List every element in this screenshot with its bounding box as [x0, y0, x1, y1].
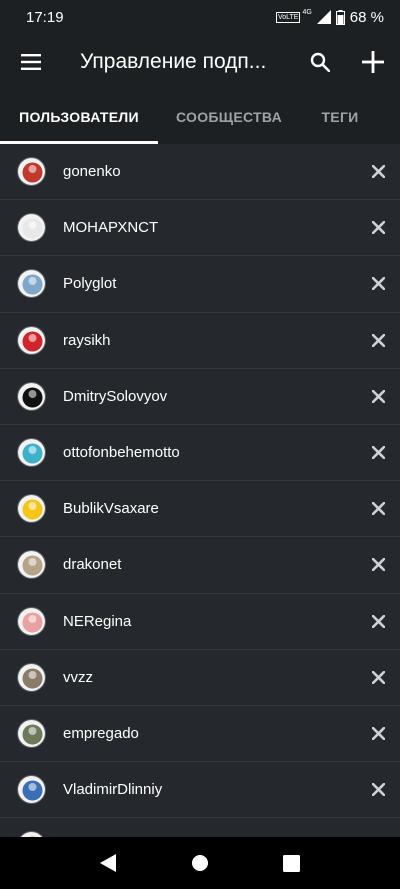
avatar: [17, 438, 46, 468]
add-button[interactable]: [350, 34, 396, 90]
user-row[interactable]: ottofonbehemotto: [0, 425, 400, 482]
user-name: BublikVsaxare: [63, 500, 159, 518]
user-name: МОНАРХNCT: [63, 219, 159, 237]
close-icon: [371, 726, 385, 740]
remove-button[interactable]: [366, 721, 390, 745]
user-name: NERegina: [63, 612, 132, 630]
user-row[interactable]: drakonet: [0, 537, 400, 594]
user-row[interactable]: МОНАРХNCT: [0, 200, 400, 257]
avatar: [17, 775, 46, 805]
user-name: vvzz: [63, 668, 93, 686]
avatar: [17, 381, 46, 411]
search-icon: [310, 52, 330, 72]
avatar: [17, 269, 46, 299]
user-name: gonenko: [63, 163, 121, 181]
tab-bar: ПОЛЬЗОВАТЕЛИ СООБЩЕСТВА ТЕГИ: [0, 90, 400, 144]
user-row[interactable]: BublikVsaxare: [0, 481, 400, 538]
close-icon: [371, 389, 385, 403]
avatar: [17, 157, 46, 187]
close-icon: [371, 614, 385, 628]
avatar: [17, 718, 46, 748]
user-row[interactable]: vvzz: [0, 650, 400, 706]
home-icon: [192, 855, 208, 871]
remove-button[interactable]: [366, 553, 390, 577]
user-row[interactable]: empregado: [0, 706, 400, 763]
close-icon: [371, 221, 385, 235]
remove-button[interactable]: [366, 441, 390, 465]
status-indicators: VoLTE 4G 68 %: [275, 8, 384, 26]
add-icon: [362, 51, 384, 73]
user-name: VladimirDlinniy: [63, 781, 163, 799]
remove-button[interactable]: [366, 665, 390, 689]
close-icon: [371, 558, 385, 572]
tab-tags[interactable]: ТЕГИ: [300, 90, 380, 144]
search-button[interactable]: [298, 34, 342, 90]
avatar: [17, 325, 46, 355]
recents-icon: [282, 854, 300, 872]
close-icon: [371, 670, 385, 684]
user-row[interactable]: DmitrySolovyov: [0, 369, 400, 425]
user-name: ottofonbehemotto: [63, 444, 180, 462]
remove-button[interactable]: [366, 328, 390, 352]
menu-button[interactable]: [0, 34, 62, 90]
remove-button[interactable]: [366, 497, 390, 521]
recents-button[interactable]: [279, 851, 303, 875]
close-icon: [371, 333, 385, 347]
user-name: Polyglot: [63, 275, 117, 293]
signal-icon: [316, 10, 331, 24]
remove-button[interactable]: [366, 609, 390, 633]
status-bar: 17:19 VoLTE 4G 68 %: [0, 0, 400, 34]
avatar: [17, 662, 46, 692]
network-type: 4G: [302, 8, 312, 16]
close-icon: [371, 502, 385, 516]
user-row[interactable]: [0, 818, 400, 837]
home-button[interactable]: [188, 851, 212, 875]
avatar: [17, 494, 46, 524]
close-icon: [371, 446, 385, 460]
user-list: gonenko МОНАРХNCT Polyglot raysikh DmitrySol…: [0, 144, 400, 837]
user-name: DmitrySolovyov: [63, 387, 168, 405]
close-icon: [371, 783, 385, 797]
user-row[interactable]: VladimirDlinniy: [0, 762, 400, 819]
remove-button[interactable]: [366, 272, 390, 296]
user-name: drakonet: [63, 556, 122, 574]
close-icon: [371, 165, 385, 179]
remove-button[interactable]: [366, 384, 390, 408]
user-row[interactable]: raysikh: [0, 313, 400, 369]
user-row[interactable]: gonenko: [0, 144, 400, 201]
remove-button[interactable]: [366, 160, 390, 184]
app-bar: Управление подп...: [0, 34, 400, 90]
user-row[interactable]: NERegina: [0, 594, 400, 650]
back-button[interactable]: [96, 851, 120, 875]
back-icon: [100, 854, 116, 872]
avatar: [17, 550, 46, 580]
battery-icon: [335, 9, 345, 25]
volte-icon: VoLTE: [275, 11, 301, 23]
page-title: Управление подп...: [80, 50, 267, 73]
remove-button[interactable]: [366, 216, 390, 240]
tab-users[interactable]: ПОЛЬЗОВАТЕЛИ: [0, 90, 158, 144]
close-icon: [371, 277, 385, 291]
navigation-bar: [0, 837, 400, 889]
user-name: empregado: [63, 724, 139, 742]
user-row[interactable]: Polyglot: [0, 256, 400, 313]
avatar: [17, 606, 46, 636]
tab-communities[interactable]: СООБЩЕСТВА: [162, 90, 296, 144]
remove-button[interactable]: [366, 778, 390, 802]
status-time: 17:19: [26, 8, 64, 26]
battery-level: 68 %: [349, 8, 384, 26]
menu-icon: [21, 54, 41, 70]
user-name: raysikh: [63, 331, 111, 349]
avatar: [17, 213, 46, 243]
